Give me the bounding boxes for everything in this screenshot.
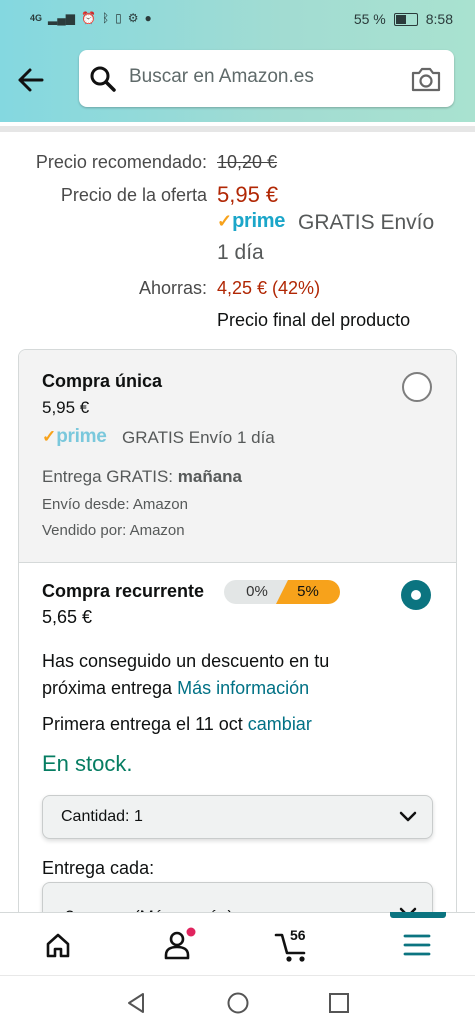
recommended-price-value: 10,20 € [217,152,278,172]
system-recents-icon[interactable] [328,992,350,1014]
cart-button[interactable]: 56 [274,925,318,965]
system-home-icon[interactable] [226,991,250,1015]
section-divider [0,126,475,132]
first-delivery-text: Primera entrega el 11 oct [42,714,243,734]
status-bar: 4G ▂▄▆ ⏰ ᛒ ▯ ⚙ ● 55 % 8:58 [0,0,475,38]
cart-count: 56 [290,927,306,943]
final-price-note: Precio final del producto [217,310,411,330]
alarm-icon: ⏰ [80,11,96,25]
home-icon[interactable] [44,931,72,959]
recurring-radio[interactable] [401,580,431,610]
recurring-title: Compra recurrente [42,581,205,601]
ships-from: Envío desde: Amazon [42,496,188,513]
signal-bars-icon: ▂▄▆ [48,11,75,25]
search-bar[interactable] [79,50,454,107]
first-delivery: Primera entrega el 11 oct cambiar [42,714,312,735]
offer-price-label: Precio de la oferta [60,185,207,205]
more-info-link[interactable]: Más información [177,678,309,698]
vibrate-icon: ▯ [115,11,122,25]
chevron-down-icon [399,811,417,822]
discount-note-line1: Has conseguido un descuento en tu [42,651,330,671]
recommended-price-label: Precio recomendado: [35,152,207,172]
search-icon [90,66,116,92]
change-date-link[interactable]: cambiar [248,714,312,734]
discount-note-line2: próxima entrega Más información [42,678,309,699]
settings-icon: ⚙ [127,11,139,25]
delivery-frequency-label: Entrega cada: [42,858,155,878]
prime-badge: ✓prime [217,210,285,233]
prime-check-icon: ✓ [217,211,233,231]
savings-label: Ahorras: [138,278,207,298]
prime-logo: prime [232,210,286,232]
active-tab-indicator [390,912,446,918]
one-time-title: Compra única [42,371,163,391]
one-time-shipping: GRATIS Envío 1 día [122,428,275,447]
quantity-dropdown[interactable]: Cantidad: 1 [42,795,433,839]
bottom-nav: 56 [0,912,475,975]
battery-percent: 55 % [353,11,386,27]
delivery-day: mañana [177,467,242,486]
stock-status: En stock. [42,751,133,776]
sold-by: Vendido por: Amazon [42,522,185,539]
savings-value: 4,25 € (42%) [217,278,321,298]
notification-icon: ● [144,11,152,25]
one-time-option[interactable]: Compra única 5,95 € ✓prime GRATIS Envío … [19,350,456,563]
shipping-text-line1: GRATIS Envío [298,211,435,234]
clock: 8:58 [425,11,453,27]
recurring-price: 5,65 € [42,607,93,627]
purchase-options-card: Compra única 5,95 € ✓prime GRATIS Envío … [18,349,457,971]
prime-logo: prime [56,426,107,447]
bluetooth-icon: ᛒ [101,11,110,25]
quantity-value: Cantidad: 1 [61,808,143,825]
one-time-prime-badge: ✓prime [42,426,107,448]
one-time-radio[interactable] [402,372,432,402]
camera-icon[interactable] [410,64,442,94]
offer-price-value: 5,95 € [217,182,279,207]
delivery-label: Entrega GRATIS: [42,467,174,486]
battery-icon [393,12,418,26]
discount-note-text: próxima entrega [42,678,173,698]
back-button[interactable] [12,60,52,100]
signal-indicator: 4G [30,13,43,23]
system-nav-bar [0,975,475,1030]
one-time-delivery: Entrega GRATIS: mañana [42,467,242,487]
system-back-icon[interactable] [124,991,148,1015]
account-icon[interactable] [162,927,196,961]
one-time-price: 5,95 € [42,398,90,417]
prime-check-icon: ✓ [42,427,57,446]
back-arrow-icon [18,68,44,92]
menu-icon[interactable] [403,933,431,957]
search-input[interactable] [129,66,389,88]
shipping-text-line2: 1 día [217,241,264,264]
